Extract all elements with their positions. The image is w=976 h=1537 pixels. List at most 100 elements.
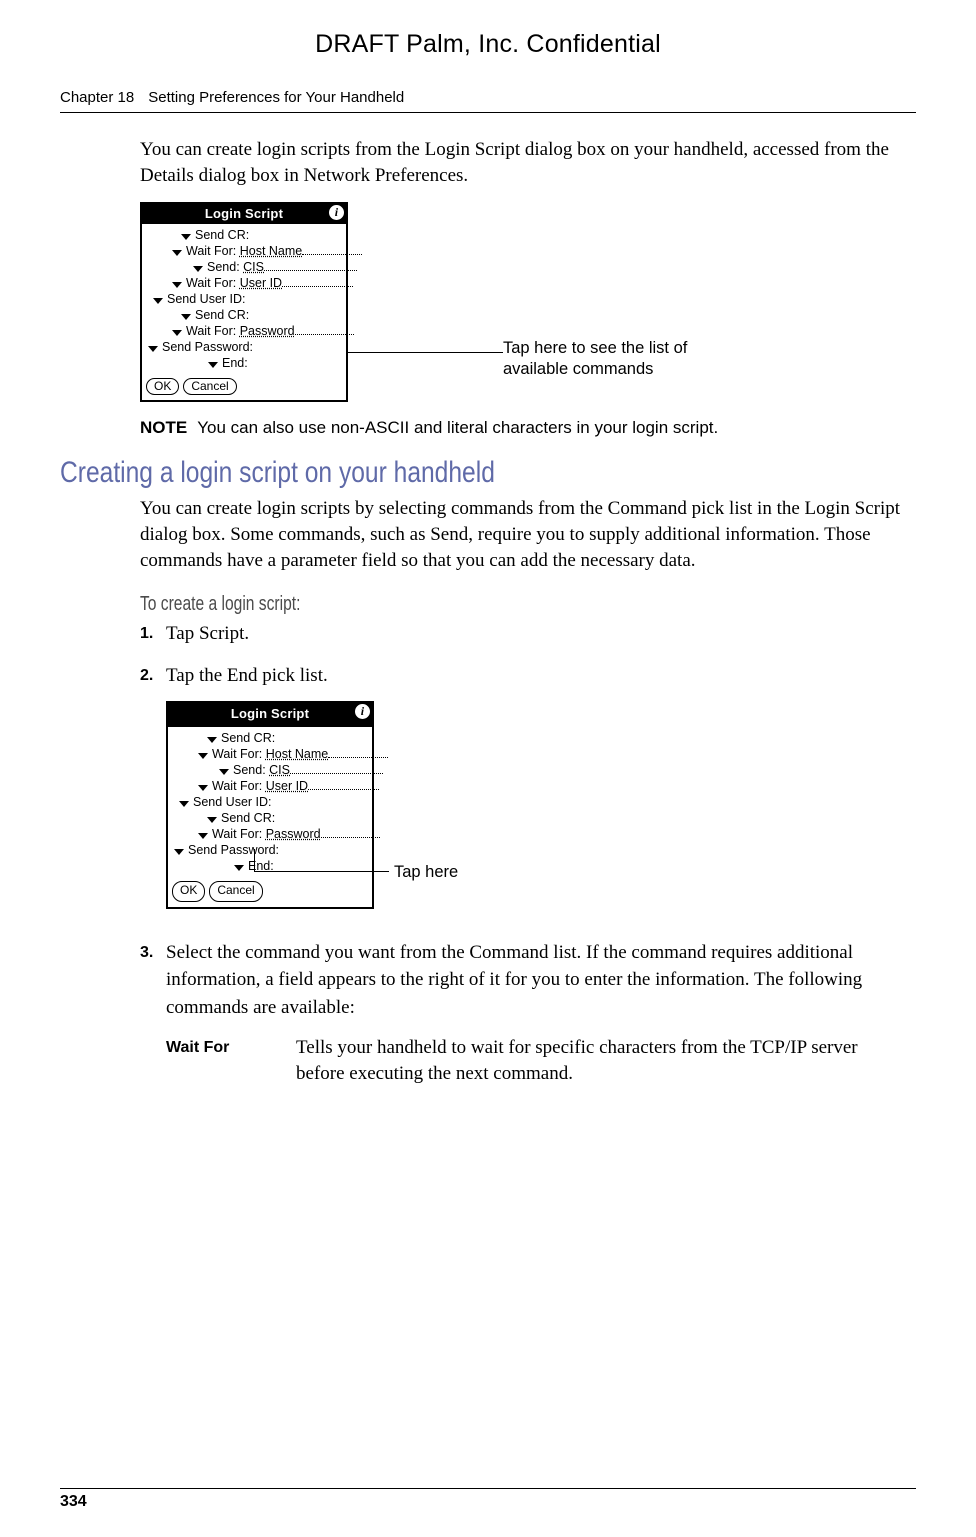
field-underline[interactable] bbox=[264, 270, 357, 271]
field-underline[interactable] bbox=[282, 286, 353, 287]
dropdown-arrow-icon[interactable] bbox=[207, 817, 217, 823]
script-command-field[interactable]: CIS bbox=[269, 762, 290, 778]
script-command-field[interactable]: Host Name bbox=[240, 243, 303, 259]
script-line: Send User ID: bbox=[148, 291, 340, 307]
login-script-dialog: Login Script i Send CR:Wait For: Host Na… bbox=[140, 202, 348, 402]
cancel-button-2[interactable]: Cancel bbox=[209, 881, 262, 901]
dropdown-arrow-icon[interactable] bbox=[193, 266, 203, 272]
note: NOTE You can also use non-ASCII and liter… bbox=[140, 418, 906, 438]
script-command-label: End: bbox=[222, 355, 248, 371]
chapter-label: Chapter 18 bbox=[60, 89, 134, 106]
script-command-field[interactable]: User ID bbox=[266, 778, 308, 794]
info-icon-2[interactable]: i bbox=[355, 704, 370, 719]
callout-tap-here: Tap here bbox=[394, 862, 514, 883]
cancel-button[interactable]: Cancel bbox=[183, 378, 236, 395]
script-command-field[interactable]: CIS bbox=[243, 259, 264, 275]
figure-login-script-2: Login Script i Send CR:Wait For: Host Na… bbox=[166, 701, 906, 908]
script-line: Wait For: Password bbox=[148, 323, 340, 339]
step-1: Tap Script. bbox=[140, 620, 906, 648]
script-line[interactable]: End: bbox=[148, 355, 340, 371]
script-command-label: Send User ID: bbox=[193, 794, 272, 810]
callout-line1: Tap here to see the list of bbox=[503, 338, 733, 359]
script-line: Send User ID: bbox=[174, 794, 366, 810]
note-text: You can also use non-ASCII and literal c… bbox=[197, 418, 718, 437]
step-2-text: Tap the End pick list. bbox=[166, 665, 328, 686]
script-line: Send CR: bbox=[174, 810, 366, 826]
dropdown-arrow-icon[interactable] bbox=[234, 865, 244, 871]
dialog-titlebar-2: Login Script i bbox=[168, 703, 372, 727]
script-command-label: Send: bbox=[233, 762, 266, 778]
script-command-label: Send CR: bbox=[221, 810, 275, 826]
script-line: Wait For: User ID bbox=[148, 275, 340, 291]
dialog-title-2: Login Script bbox=[231, 706, 309, 721]
script-line: Send CR: bbox=[148, 307, 340, 323]
dropdown-arrow-icon[interactable] bbox=[172, 250, 182, 256]
ok-button[interactable]: OK bbox=[146, 378, 179, 395]
dropdown-arrow-icon[interactable] bbox=[179, 801, 189, 807]
field-underline[interactable] bbox=[290, 773, 383, 774]
script-command-field[interactable]: User ID bbox=[240, 275, 282, 291]
field-underline[interactable] bbox=[328, 757, 388, 758]
script-command-field[interactable]: Password bbox=[240, 323, 295, 339]
login-script-dialog-2: Login Script i Send CR:Wait For: Host Na… bbox=[166, 701, 374, 908]
script-command-label: Send User ID: bbox=[167, 291, 246, 307]
script-command-label: Wait For: bbox=[186, 243, 236, 259]
callout-line2: available commands bbox=[503, 359, 733, 380]
dropdown-arrow-icon[interactable] bbox=[153, 298, 163, 304]
script-command-label: Wait For: bbox=[186, 323, 236, 339]
script-line: Wait For: Host Name bbox=[148, 243, 340, 259]
script-command-field[interactable]: Password bbox=[266, 826, 321, 842]
intro-paragraph: You can create login scripts from the Lo… bbox=[140, 137, 906, 188]
section-paragraph: You can create login scripts by selectin… bbox=[140, 496, 906, 573]
field-underline[interactable] bbox=[295, 334, 354, 335]
script-line: Wait For: User ID bbox=[174, 778, 366, 794]
dropdown-arrow-icon[interactable] bbox=[198, 785, 208, 791]
callout-commands-list: Tap here to see the list of available co… bbox=[503, 338, 733, 379]
page-number: 334 bbox=[60, 1488, 916, 1511]
note-label: NOTE bbox=[140, 418, 187, 437]
definition-row: Wait For Tells your handheld to wait for… bbox=[166, 1035, 906, 1086]
script-command-label: Send Password: bbox=[162, 339, 253, 355]
dropdown-arrow-icon[interactable] bbox=[174, 849, 184, 855]
script-command-label: Send CR: bbox=[221, 730, 275, 746]
script-command-label: Wait For: bbox=[212, 778, 262, 794]
script-command-label: Wait For: bbox=[186, 275, 236, 291]
info-icon[interactable]: i bbox=[329, 205, 344, 220]
field-underline[interactable] bbox=[308, 789, 379, 790]
script-line: Send: CIS bbox=[174, 762, 366, 778]
dropdown-arrow-icon[interactable] bbox=[219, 769, 229, 775]
ok-button-2[interactable]: OK bbox=[172, 881, 205, 901]
dropdown-arrow-icon[interactable] bbox=[172, 330, 182, 336]
field-underline[interactable] bbox=[321, 837, 380, 838]
procedure-heading: To create a login script: bbox=[140, 593, 737, 616]
script-line: Send: CIS bbox=[148, 259, 340, 275]
script-command-field[interactable]: Host Name bbox=[266, 746, 329, 762]
definition-term: Wait For bbox=[166, 1035, 296, 1086]
dropdown-arrow-icon[interactable] bbox=[198, 833, 208, 839]
script-command-label: Send CR: bbox=[195, 227, 249, 243]
figure-login-script-1: Login Script i Send CR:Wait For: Host Na… bbox=[140, 202, 906, 402]
script-line: Wait For: Password bbox=[174, 826, 366, 842]
script-line: Send Password: bbox=[148, 339, 340, 355]
field-underline[interactable] bbox=[302, 254, 362, 255]
definition-desc: Tells your handheld to wait for specific… bbox=[296, 1035, 906, 1086]
dropdown-arrow-icon[interactable] bbox=[181, 234, 191, 240]
dialog-title: Login Script bbox=[205, 206, 283, 221]
dropdown-arrow-icon[interactable] bbox=[207, 737, 217, 743]
dropdown-arrow-icon[interactable] bbox=[181, 314, 191, 320]
dropdown-arrow-icon[interactable] bbox=[198, 753, 208, 759]
dropdown-arrow-icon[interactable] bbox=[172, 282, 182, 288]
chapter-title: Setting Preferences for Your Handheld bbox=[148, 89, 404, 106]
dropdown-arrow-icon[interactable] bbox=[148, 346, 158, 352]
dropdown-arrow-icon[interactable] bbox=[208, 362, 218, 368]
script-line: Send CR: bbox=[148, 227, 340, 243]
step-3: Select the command you want from the Com… bbox=[140, 939, 906, 1022]
script-line: Send CR: bbox=[174, 730, 366, 746]
step-2: Tap the End pick list. Login Script i Se… bbox=[140, 662, 906, 909]
draft-header: DRAFT Palm, Inc. Confidential bbox=[60, 30, 916, 59]
script-command-label: Wait For: bbox=[212, 826, 262, 842]
running-head: Chapter 18 Setting Preferences for Your … bbox=[60, 89, 916, 113]
script-command-label: Send CR: bbox=[195, 307, 249, 323]
dialog-titlebar: Login Script i bbox=[142, 204, 346, 224]
script-command-label: Send: bbox=[207, 259, 240, 275]
